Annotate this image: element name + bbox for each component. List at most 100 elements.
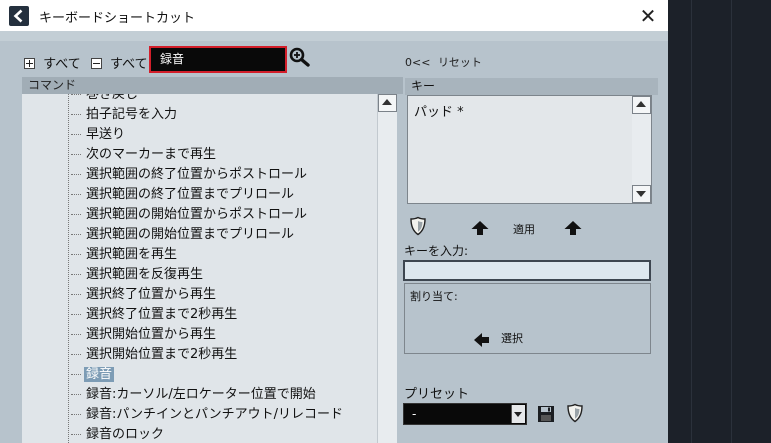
tree-item[interactable]: 選択範囲の終了位置からポストロール <box>71 165 309 184</box>
tree-item[interactable]: 巻き戻し <box>71 94 140 104</box>
tree-item[interactable]: 次のマーカーまで再生 <box>71 145 218 164</box>
tree-item-label: 選択範囲の開始位置までプリロール <box>86 227 295 242</box>
reset-label: リセット <box>437 56 482 69</box>
tree-item[interactable]: 拍子記号を入力 <box>71 105 179 124</box>
tree-item-label: 選択終了位置から再生 <box>86 287 217 302</box>
background-daw-grid <box>668 0 771 443</box>
delete-preset-button[interactable] <box>566 403 584 426</box>
command-column-header: コマンド <box>22 77 403 94</box>
tree-item-label: 選択範囲を反復再生 <box>86 267 204 282</box>
assign-up-button[interactable] <box>563 220 583 239</box>
tree-item[interactable]: 録音のロック <box>71 425 166 443</box>
tree-connector-tick <box>71 374 81 375</box>
apply-label[interactable]: 適用 <box>513 221 535 237</box>
tree-connector-tick <box>71 434 81 435</box>
grid-line <box>731 0 732 443</box>
command-tree-scrollbar[interactable] <box>377 94 397 443</box>
arrow-left-icon <box>474 333 489 347</box>
command-tree: 巻き戻し拍子記号を入力 早送り次のマーカーまで再生選択範囲の終了位置からポストロー… <box>22 94 377 443</box>
tree-item-label: 録音:パンチインとパンチアウト/リレコード <box>86 407 344 422</box>
tree-connector-tick <box>71 294 81 295</box>
close-button[interactable]: ✕ <box>632 3 664 29</box>
tree-item-label: 選択範囲の終了位置までプリロール <box>86 187 295 202</box>
arrow-up-icon <box>636 101 646 107</box>
tree-item[interactable]: 選択範囲を反復再生 <box>71 265 205 284</box>
tree-item-label: 録音:カーソル/左ロケーター位置で開始 <box>86 387 316 402</box>
key-list-item[interactable]: パッド * <box>414 101 464 120</box>
tree-item[interactable]: 録音:パンチインとパンチアウト/リレコード <box>71 405 345 424</box>
scroll-up-button[interactable] <box>632 96 651 114</box>
tree-item[interactable]: 選択開始位置から再生 <box>71 325 218 344</box>
tree-connector-tick <box>71 234 81 235</box>
arrow-up-icon <box>471 221 489 235</box>
shield-icon <box>567 403 583 423</box>
tree-connector-tick <box>71 114 81 115</box>
cubase-app-icon <box>9 6 29 26</box>
tree-connector-tick <box>71 274 81 275</box>
tree-item-label: 録音 <box>84 367 115 382</box>
key-column-header: キー <box>405 78 658 95</box>
tree-connector-tick <box>71 134 81 135</box>
search-icon[interactable] <box>289 47 311 70</box>
tree-item[interactable]: 録音:カーソル/左ロケーター位置で開始 <box>71 385 318 404</box>
arrow-up-icon <box>564 221 582 235</box>
tree-connector-tick <box>71 254 81 255</box>
tree-item-label: 早送り <box>86 127 126 142</box>
tree-item-label: 選択開始位置まで2秒再生 <box>86 347 238 362</box>
tree-item[interactable]: 選択範囲の開始位置からポストロール <box>71 205 309 224</box>
tree-connector-tick <box>71 314 81 315</box>
tree-connector-tick <box>71 354 81 355</box>
reset-icon: 0<< <box>405 56 431 69</box>
expand-collapse-row: すべて すべて <box>24 53 148 72</box>
expand-all-icon[interactable] <box>24 57 35 69</box>
tree-item-label: 巻き戻し <box>86 94 139 102</box>
tree-item-label: 選択開始位置から再生 <box>86 327 217 342</box>
tree-item[interactable]: 選択開始位置まで2秒再生 <box>71 345 239 364</box>
tree-item[interactable]: 選択終了位置まで2秒再生 <box>71 305 239 324</box>
tree-item-label: 選択範囲を再生 <box>86 247 178 262</box>
tree-connector-tick <box>71 194 81 195</box>
tree-connector-tick <box>71 214 81 215</box>
key-list-scrollbar[interactable] <box>632 95 652 204</box>
floppy-disk-icon <box>538 406 554 422</box>
expand-all-label[interactable]: すべて <box>43 57 81 72</box>
select-arrow-button[interactable] <box>473 332 490 351</box>
scroll-down-button[interactable] <box>632 185 651 203</box>
tree-item-selected[interactable]: 録音 <box>71 365 115 384</box>
save-preset-button[interactable] <box>537 405 555 426</box>
delete-key-button[interactable] <box>409 216 427 239</box>
key-list[interactable]: パッド * <box>407 95 633 204</box>
collapse-all-label[interactable]: すべて <box>110 57 148 72</box>
keyboard-shortcuts-dialog: キーボードショートカット ✕ すべて すべて 録音 コマンド 巻き戻し拍子記号を… <box>0 0 668 443</box>
select-label[interactable]: 選択 <box>501 330 523 346</box>
tree-item-label: 拍子記号を入力 <box>86 107 178 122</box>
tree-item[interactable]: 選択範囲を再生 <box>71 245 179 264</box>
tree-item[interactable]: 選択終了位置から再生 <box>71 285 218 304</box>
grid-line <box>691 0 692 443</box>
collapse-all-icon[interactable] <box>90 57 102 69</box>
tree-item-label: 録音のロック <box>86 427 165 442</box>
tree-connector-tick <box>71 334 81 335</box>
preset-select[interactable]: - <box>403 403 527 425</box>
tree-item[interactable]: 選択範囲の開始位置までプリロール <box>71 225 296 244</box>
preset-value: - <box>412 407 417 421</box>
tree-connector-tick <box>71 394 81 395</box>
title-bar: キーボードショートカット ✕ <box>0 0 668 31</box>
chevron-down-icon[interactable] <box>511 405 525 423</box>
tree-item[interactable]: 選択範囲の終了位置までプリロール <box>71 185 296 204</box>
tree-item-label: 選択終了位置まで2秒再生 <box>86 307 238 322</box>
shield-icon <box>410 216 426 236</box>
reset-row[interactable]: 0<< リセット <box>405 54 482 70</box>
key-input-label: キーを入力: <box>404 244 469 258</box>
tree-item-label: 選択範囲の終了位置からポストロール <box>86 167 308 182</box>
tree-item-label: 次のマーカーまで再生 <box>86 147 217 162</box>
move-up-button[interactable] <box>470 220 490 239</box>
tree-connector-tick <box>71 414 81 415</box>
key-input-field[interactable] <box>403 260 651 281</box>
tree-item[interactable]: 早送り <box>71 125 127 144</box>
arrow-down-icon <box>636 191 646 197</box>
tree-connector-tick <box>71 154 81 155</box>
scroll-up-button[interactable] <box>378 94 397 112</box>
arrow-up-icon <box>382 99 392 105</box>
search-input[interactable]: 録音 <box>149 46 287 73</box>
